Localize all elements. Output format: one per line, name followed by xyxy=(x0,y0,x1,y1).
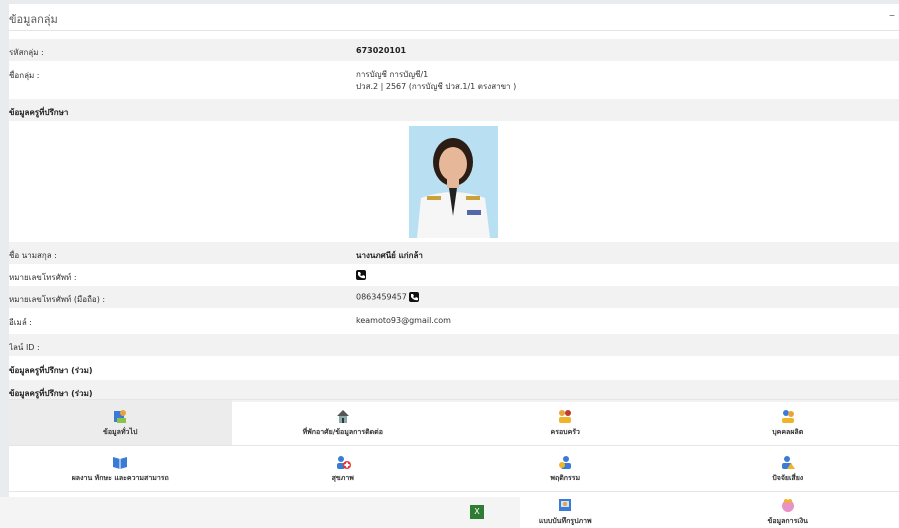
menu-guardian[interactable]: บุคคลผลิต xyxy=(677,400,899,445)
collapse-button[interactable]: – xyxy=(889,8,895,22)
advisor-name-row: ชื่อ นามสกุล : นางนภศนีย์ แก่กล้า xyxy=(9,242,899,265)
advisor-section-row: ข้อมูลครูที่ปรึกษา xyxy=(9,99,899,122)
health-icon xyxy=(336,455,351,469)
menu-risk-factors[interactable]: ปัจจัยเสี่ยง xyxy=(677,446,899,491)
phone-icon[interactable] xyxy=(409,292,420,302)
user-folder-icon xyxy=(114,409,127,423)
group-name-label: ชื่อกลุ่ม : xyxy=(9,71,40,80)
group-info-panel: ข้อมูลกลุ่ม – รหัสกลุ่ม : 673020101 ชื่อ… xyxy=(9,4,899,528)
bottom-overlay-bar: X xyxy=(0,497,520,528)
menu-skills[interactable]: ผลงาน ทักษะ และความสามารถ xyxy=(9,446,232,491)
panel-title: ข้อมูลกลุ่ม xyxy=(9,13,58,26)
menu-label: พฤติกรรม xyxy=(550,473,581,482)
group-name-line2: ปวส.2 | 2567 (การบัญชี ปวส.1/1 ตรงสาขา ) xyxy=(356,82,517,91)
menu-row-1: ข้อมูลทั่วไป ที่พักอาศัย/ข้อมูลการติดต่อ… xyxy=(9,399,899,445)
menu-label: แบบบันทึกรูปภาพ xyxy=(538,517,592,525)
menu-health[interactable]: สุขภาพ xyxy=(232,446,455,491)
advisor-section-title: ข้อมูลครูที่ปรึกษา xyxy=(9,108,69,117)
advisor-line-label: ไลน์ ID : xyxy=(9,343,40,352)
family-icon xyxy=(559,409,572,423)
menu-label: ข้อมูลทั่วไป xyxy=(103,427,138,436)
menu-label: ข้อมูลการเงิน xyxy=(767,517,808,525)
menu-row-2: ผลงาน ทักษะ และความสามารถ สุขภาพ พฤติกรร… xyxy=(9,445,899,491)
advisor-email-label: อีเมล์ : xyxy=(9,318,32,327)
menu-label: ครอบครัว xyxy=(550,427,580,436)
menu-behavior[interactable]: พฤติกรรม xyxy=(454,446,677,491)
house-icon xyxy=(336,409,349,423)
user-warning-icon xyxy=(781,455,795,469)
menu-label: ปัจจัยเสี่ยง xyxy=(772,473,804,482)
menu-label: สุขภาพ xyxy=(331,473,354,482)
group-code-label: รหัสกลุ่ม : xyxy=(9,48,44,57)
advisor-portrait-icon xyxy=(409,126,498,238)
users-icon xyxy=(781,409,794,423)
advisor-name-value: นางนภศนีย์ แก่กล้า xyxy=(356,251,423,260)
advisor-mobile-label: หมายเลขโทรศัพท์ (มือถือ) : xyxy=(9,295,106,304)
phone-icon[interactable] xyxy=(356,270,366,280)
menu-label: บุคคลผลิต xyxy=(772,427,804,436)
book-icon xyxy=(113,456,128,469)
advisor-mobile-container: 0863459457 xyxy=(356,292,420,302)
group-name-row: ชื่อกลุ่ม : การบัญชี การบัญชี/1 ปวส.2 | … xyxy=(9,62,899,99)
menu-finance[interactable]: ข้อมูลการเงิน xyxy=(677,492,899,528)
menu-label: ผลงาน ทักษะ และความสามารถ xyxy=(71,473,169,482)
advisor-email-value[interactable]: keamoto93@gmail.com xyxy=(356,316,451,325)
advisor-phone-value xyxy=(356,270,366,280)
advisor-phone-row: หมายเลขโทรศัพท์ : xyxy=(9,265,899,286)
excel-icon[interactable]: X xyxy=(470,505,484,519)
advisor-line-row: ไลน์ ID : xyxy=(9,334,899,357)
advisor-mobile-value: 0863459457 xyxy=(356,292,407,302)
group-code-row: รหัสกลุ่ม : 673020101 xyxy=(9,39,899,62)
photo-record-icon xyxy=(559,499,572,511)
group-code-value: 673020101 xyxy=(356,46,407,55)
joint-advisor-row-1: ข้อมูลครูที่ปรึกษา (ร่วม) xyxy=(9,357,899,380)
menu-label: ที่พักอาศัย/ข้อมูลการติดต่อ xyxy=(302,427,383,436)
joint-advisor-title-1: ข้อมูลครูที่ปรึกษา (ร่วม) xyxy=(9,366,93,375)
advisor-email-row: อีเมล์ : keamoto93@gmail.com xyxy=(9,309,899,334)
panel-header: ข้อมูลกลุ่ม – xyxy=(9,4,899,31)
user-behavior-icon xyxy=(559,455,572,469)
advisor-name-label: ชื่อ นามสกุล : xyxy=(9,251,57,260)
finance-icon xyxy=(781,499,794,512)
advisor-photo xyxy=(409,126,498,238)
advisor-mobile-row: หมายเลขโทรศัพท์ (มือถือ) : 0863459457 xyxy=(9,286,899,309)
menu-residence-contact[interactable]: ที่พักอาศัย/ข้อมูลการติดต่อ xyxy=(232,400,455,445)
advisor-photo-area xyxy=(9,122,899,242)
advisor-phone-label: หมายเลขโทรศัพท์ : xyxy=(9,273,77,282)
menu-general-info[interactable]: ข้อมูลทั่วไป xyxy=(9,400,232,445)
menu-family[interactable]: ครอบครัว xyxy=(454,400,677,445)
